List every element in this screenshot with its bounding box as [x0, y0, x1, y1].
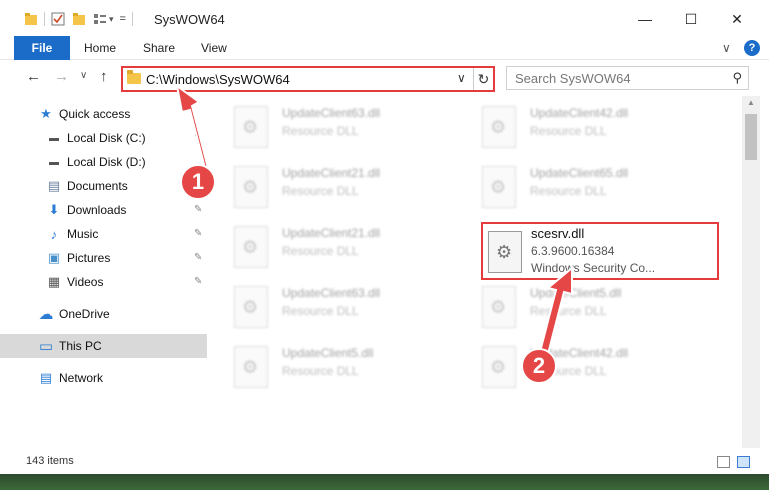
arrow-2 — [538, 265, 573, 356]
arrow-1 — [175, 83, 210, 175]
annotation-arrows — [175, 83, 573, 356]
callout-2: 2 — [521, 348, 557, 384]
callout-1: 1 — [180, 164, 216, 200]
